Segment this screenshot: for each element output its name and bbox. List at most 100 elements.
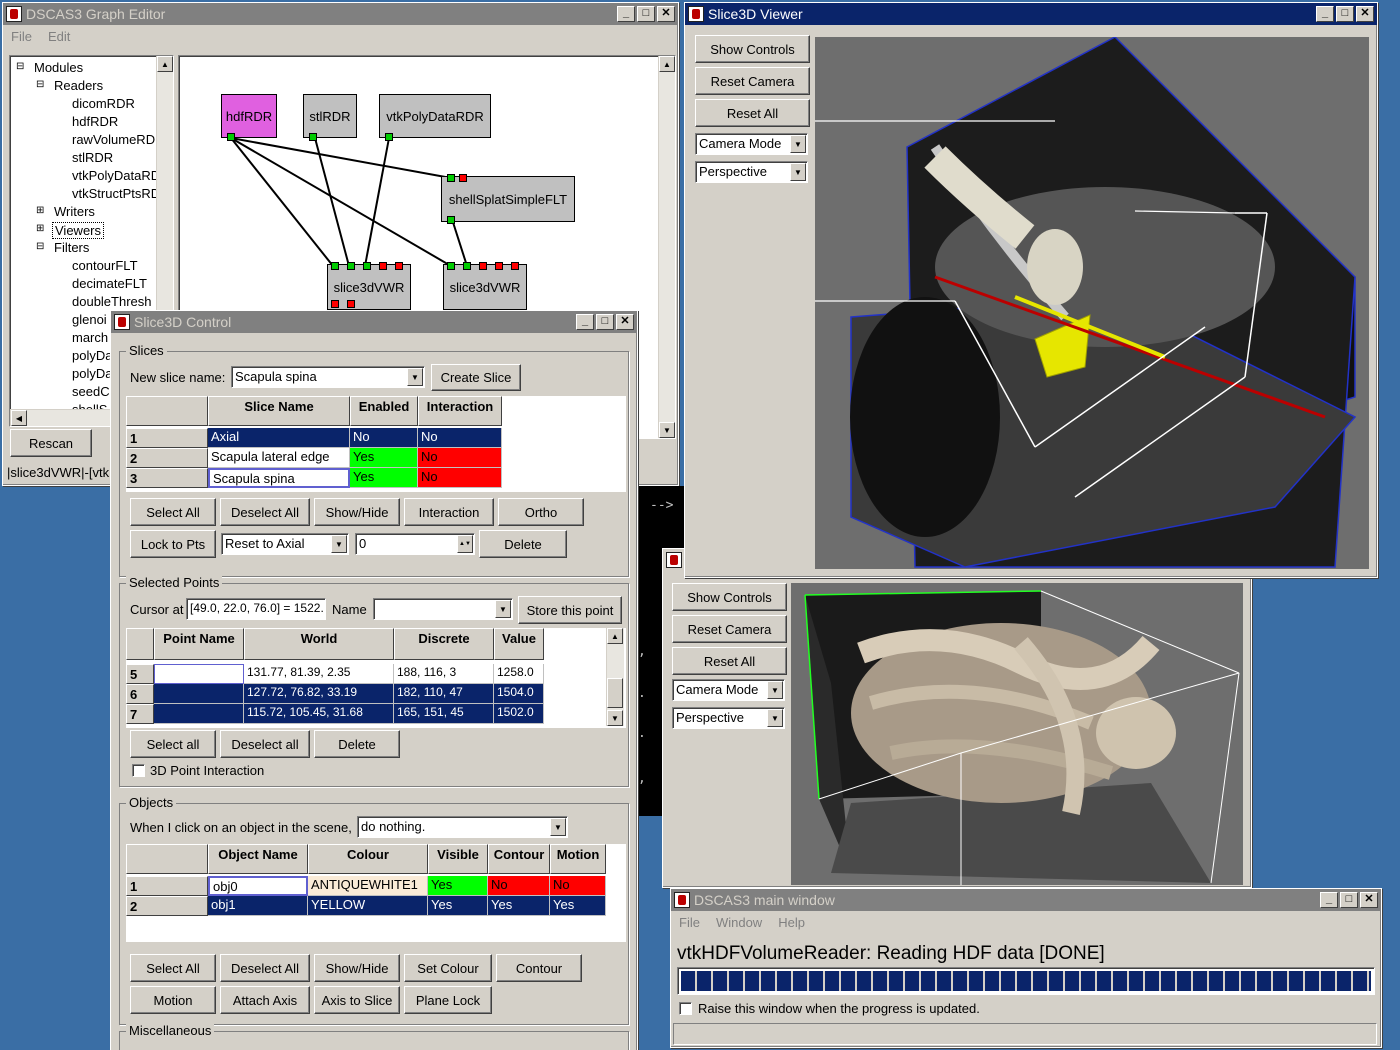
deselect-all-button[interactable]: Deselect All bbox=[220, 498, 310, 526]
reset-all-button[interactable]: Reset All bbox=[695, 99, 810, 127]
maximize-icon[interactable]: □ bbox=[1340, 892, 1358, 908]
select-all-button[interactable]: Select All bbox=[130, 498, 216, 526]
reset-camera-button[interactable]: Reset Camera bbox=[672, 615, 787, 643]
column-header[interactable]: Motion bbox=[550, 844, 606, 874]
chevron-down-icon[interactable]: ▼ bbox=[495, 600, 511, 618]
point-name-cell[interactable] bbox=[154, 704, 244, 724]
point-discrete-cell[interactable]: 182, 110, 47 bbox=[394, 684, 494, 704]
raise-window-checkbox[interactable] bbox=[679, 1002, 692, 1015]
row-header[interactable]: 1 bbox=[126, 876, 208, 896]
slices-grid[interactable]: Slice Name Enabled Interaction 1 Axial N… bbox=[126, 396, 626, 492]
port[interactable] bbox=[347, 300, 355, 308]
port[interactable] bbox=[347, 262, 355, 270]
row-header[interactable]: 3 bbox=[126, 468, 208, 488]
object-motion-cell[interactable]: Yes bbox=[550, 896, 606, 916]
port[interactable] bbox=[447, 216, 455, 224]
spin-arrows-icon[interactable]: ▲▼ bbox=[457, 535, 473, 553]
column-header[interactable]: Object Name bbox=[208, 844, 308, 874]
camera-mode-select[interactable]: Camera Mode ▼ bbox=[695, 133, 808, 155]
slice-name-cell[interactable]: Scapula lateral edge bbox=[208, 448, 350, 468]
points-grid[interactable]: Point Name World Discrete Value 5 131.77… bbox=[126, 628, 626, 728]
slice-interaction-cell[interactable]: No bbox=[418, 448, 502, 468]
column-header[interactable]: Discrete bbox=[394, 628, 494, 660]
chevron-down-icon[interactable]: ▼ bbox=[790, 135, 806, 153]
tree-item[interactable]: hdfRDR bbox=[72, 114, 118, 129]
port[interactable] bbox=[495, 262, 503, 270]
menu-file[interactable]: File bbox=[679, 915, 700, 930]
port[interactable] bbox=[511, 262, 519, 270]
reset-camera-button[interactable]: Reset Camera bbox=[695, 67, 810, 95]
tree-item[interactable]: vtkPolyDataRDR bbox=[72, 168, 170, 183]
tree-item[interactable]: stlRDR bbox=[72, 150, 113, 165]
port[interactable] bbox=[385, 133, 393, 141]
port[interactable] bbox=[331, 300, 339, 308]
click-action-select[interactable]: do nothing. ▼ bbox=[357, 816, 568, 838]
slice-name-cell[interactable]: Axial bbox=[208, 428, 350, 448]
node-vtkpolydatardr[interactable]: vtkPolyDataRDR bbox=[379, 94, 491, 138]
deselect-all-points-button[interactable]: Deselect all bbox=[220, 730, 310, 758]
point-value-cell[interactable]: 1502.0 bbox=[494, 704, 544, 724]
new-slice-name-input[interactable]: Scapula spina ▼ bbox=[231, 366, 425, 388]
row-header[interactable]: 5 bbox=[126, 664, 154, 684]
slice-enabled-cell[interactable]: No bbox=[350, 428, 418, 448]
port[interactable] bbox=[395, 262, 403, 270]
node-stlrdr[interactable]: stlRDR bbox=[303, 94, 357, 138]
chevron-down-icon[interactable]: ▼ bbox=[331, 535, 347, 553]
tree-readers[interactable]: Readers bbox=[54, 78, 103, 93]
reset-to-axial-select[interactable]: Reset to Axial ▼ bbox=[221, 533, 349, 555]
tree-item[interactable]: dicomRDR bbox=[72, 96, 135, 111]
port[interactable] bbox=[447, 174, 455, 182]
chevron-down-icon[interactable]: ▼ bbox=[407, 368, 423, 386]
point-value-cell[interactable]: 1258.0 bbox=[494, 664, 544, 684]
port[interactable] bbox=[227, 133, 235, 141]
port[interactable] bbox=[463, 262, 471, 270]
select-all-points-button[interactable]: Select all bbox=[130, 730, 216, 758]
scroll-down-icon[interactable]: ▼ bbox=[659, 422, 675, 438]
plane-lock-button[interactable]: Plane Lock bbox=[404, 986, 492, 1014]
object-colour-cell[interactable]: YELLOW bbox=[308, 896, 428, 916]
port[interactable] bbox=[479, 262, 487, 270]
menu-file[interactable]: File bbox=[11, 29, 32, 44]
render-view[interactable] bbox=[815, 37, 1369, 569]
point-interaction-checkbox[interactable] bbox=[132, 764, 145, 777]
camera-mode-select[interactable]: Camera Mode ▼ bbox=[672, 679, 785, 701]
port[interactable] bbox=[459, 174, 467, 182]
object-contour-cell[interactable]: No bbox=[488, 876, 550, 896]
delete-points-button[interactable]: Delete bbox=[314, 730, 400, 758]
menu-edit[interactable]: Edit bbox=[48, 29, 70, 44]
canvas-scrollbar[interactable]: ▲ ▼ bbox=[658, 56, 675, 438]
rescan-button[interactable]: Rescan bbox=[10, 429, 92, 457]
tree-item[interactable]: polyDa bbox=[72, 348, 112, 363]
projection-select[interactable]: Perspective ▼ bbox=[672, 707, 785, 729]
chevron-down-icon[interactable]: ▼ bbox=[550, 818, 566, 836]
show-hide-button[interactable]: Show/Hide bbox=[314, 498, 400, 526]
menu-help[interactable]: Help bbox=[778, 915, 805, 930]
scroll-thumb[interactable] bbox=[607, 678, 623, 708]
close-icon[interactable]: ✕ bbox=[1356, 6, 1374, 22]
close-icon[interactable]: ✕ bbox=[1360, 892, 1378, 908]
node-slice3dvwr[interactable]: slice3dVWR bbox=[443, 264, 527, 310]
scroll-left-icon[interactable]: ◀ bbox=[11, 410, 27, 426]
column-header[interactable]: Contour bbox=[488, 844, 550, 874]
tree-viewers[interactable]: Viewers bbox=[52, 222, 105, 239]
point-discrete-cell[interactable]: 188, 116, 3 bbox=[394, 664, 494, 684]
object-name-cell[interactable]: obj1 bbox=[208, 896, 308, 916]
minimize-icon[interactable]: _ bbox=[617, 6, 635, 22]
reset-all-button[interactable]: Reset All bbox=[672, 647, 787, 675]
show-hide-objects-button[interactable]: Show/Hide bbox=[314, 954, 400, 982]
tree-item[interactable]: vtkStructPtsRDR bbox=[72, 186, 170, 201]
port[interactable] bbox=[331, 262, 339, 270]
show-controls-button[interactable]: Show Controls bbox=[695, 35, 810, 63]
scroll-up-icon[interactable]: ▲ bbox=[659, 56, 675, 72]
delete-slice-button[interactable]: Delete bbox=[479, 530, 567, 558]
tree-expander-icon[interactable]: ⊟ bbox=[36, 241, 44, 252]
port[interactable] bbox=[447, 262, 455, 270]
slice-enabled-cell[interactable]: Yes bbox=[350, 448, 418, 468]
tree-expander-icon[interactable]: ⊞ bbox=[36, 223, 44, 234]
port[interactable] bbox=[363, 262, 371, 270]
objects-grid[interactable]: Object Name Colour Visible Contour Motio… bbox=[126, 844, 626, 942]
scroll-up-icon[interactable]: ▲ bbox=[157, 56, 173, 72]
row-header[interactable]: 2 bbox=[126, 448, 208, 468]
object-visible-cell[interactable]: Yes bbox=[428, 876, 488, 896]
points-scrollbar[interactable]: ▲ ▼ bbox=[606, 628, 624, 726]
